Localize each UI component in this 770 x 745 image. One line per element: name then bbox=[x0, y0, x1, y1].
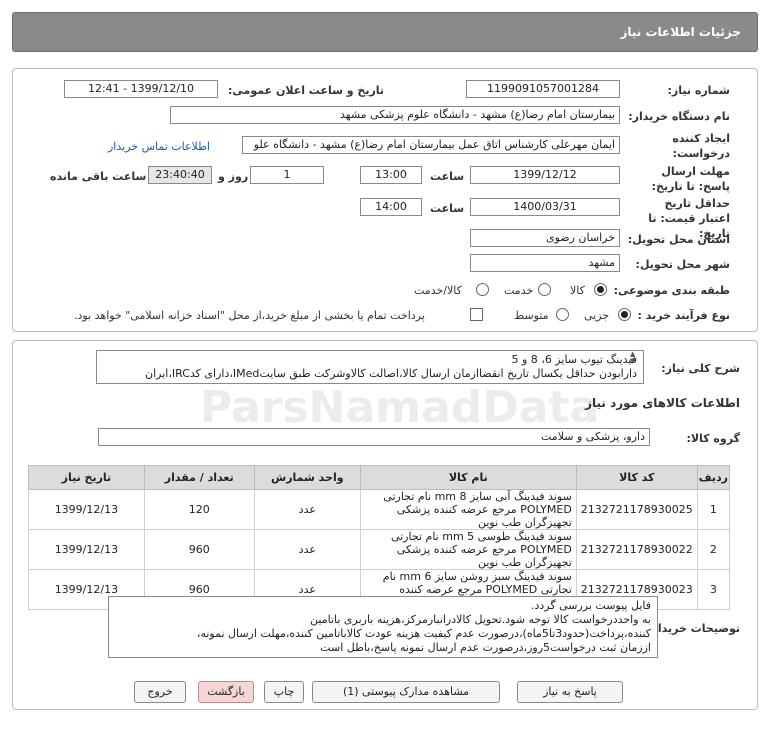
process-option-medium: متوسط bbox=[514, 309, 549, 322]
col-code: کد کالا bbox=[575, 465, 698, 490]
notes-line-2: به واحددرخواست کالا توجه شود.تحویل کالاد… bbox=[310, 613, 651, 626]
price-validity-time-field: 14:00 bbox=[360, 198, 422, 216]
back-button[interactable]: بازگشت bbox=[198, 681, 254, 703]
buyer-notes-textarea[interactable]: فایل پیوست بررسی گردد. به واحددرخواست کا… bbox=[108, 596, 658, 658]
goods-section-title: اطلاعات کالاهای مورد نیاز bbox=[585, 396, 740, 410]
page-header: جزئیات اطلاعات نیاز bbox=[12, 12, 758, 52]
category-radio-service[interactable] bbox=[538, 283, 551, 299]
deadline-time-label: ساعت bbox=[430, 170, 465, 183]
need-number-field: 1199091057001284 bbox=[466, 80, 620, 98]
treasury-checkbox[interactable] bbox=[470, 308, 483, 321]
page-title: جزئیات اطلاعات نیاز bbox=[620, 25, 741, 39]
category-label: طبقه بندی موضوعی: bbox=[613, 284, 730, 297]
buyer-label: نام دستگاه خریدار: bbox=[628, 110, 730, 123]
notes-line-1: فایل پیوست بررسی گردد. bbox=[530, 599, 651, 612]
time-remaining-field: 23:40:40 bbox=[148, 166, 212, 184]
col-row: ردیف bbox=[696, 465, 731, 490]
need-number-label: شماره نیاز: bbox=[667, 84, 730, 97]
treasury-note: پرداخت تمام یا بخشی از مبلغ خرید،از محل … bbox=[74, 309, 425, 322]
creator-label: ایجاد کننده درخواست: bbox=[672, 132, 730, 160]
price-validity-date-field: 1400/03/31 bbox=[470, 198, 620, 216]
days-label: روز و bbox=[218, 170, 249, 183]
buyer-notes-label: توضیحات خریدار: bbox=[647, 622, 740, 635]
notes-line-3: کننده،پرداخت(حدود3تا5ماه)،درصورت عدم کیف… bbox=[196, 627, 651, 640]
col-qty: تعداد / مقدار bbox=[143, 465, 255, 490]
process-option-minor: جزیی bbox=[584, 309, 610, 322]
deadline-label: مهلت ارسال پاسخ: تا تاریخ: bbox=[651, 165, 730, 193]
deadline-time-field: 13:00 bbox=[360, 166, 422, 184]
cell-code: 2132721178930025 bbox=[575, 489, 698, 530]
creator-field: ایمان مهرعلی کارشناس اتاق عمل بیمارستان … bbox=[242, 136, 620, 154]
col-unit: واحد شمارش bbox=[253, 465, 361, 490]
print-button[interactable]: چاپ bbox=[264, 681, 304, 703]
cell-row: 3 bbox=[696, 569, 731, 610]
process-type-label: نوع فرآیند خرید : bbox=[637, 309, 730, 322]
announce-label: تاریخ و ساعت اعلان عمومی: bbox=[228, 84, 385, 97]
cell-unit: عدد bbox=[253, 489, 361, 530]
table-header-row: ردیف کد کالا نام کالا واحد شمارش تعداد /… bbox=[28, 465, 731, 490]
scroll-arrows-icon[interactable]: ▲ ▼ bbox=[630, 351, 635, 365]
watermark-text: ParsNamadData bbox=[200, 382, 600, 433]
cell-unit: عدد bbox=[253, 529, 361, 570]
city-label: شهر محل تحویل: bbox=[635, 258, 730, 271]
process-radio-minor[interactable] bbox=[618, 308, 631, 324]
validity-time-label: ساعت bbox=[430, 202, 465, 215]
buyer-field: بیمارستان امام رضا(ع) مشهد - دانشگاه علو… bbox=[170, 106, 620, 124]
buyer-contact-link[interactable]: اطلاعات تماس خریدار bbox=[108, 140, 210, 153]
category-option-goods-service: کالا/خدمت bbox=[414, 284, 462, 297]
announce-datetime-field: 1399/12/10 - 12:41 bbox=[64, 80, 218, 98]
city-field: مشهد bbox=[470, 254, 620, 272]
cell-code: 2132721178930022 bbox=[575, 529, 698, 570]
notes-line-4: اززمان ثبت درخواست5روز،درصورت عدم ارسال … bbox=[320, 641, 651, 654]
cell-date: 1399/12/13 bbox=[28, 529, 145, 570]
summary-textarea[interactable]: فیدینگ تیوب سایز 6، 8 و 5 دارابودن حداقل… bbox=[96, 350, 644, 384]
summary-label: شرح کلی نیاز: bbox=[661, 362, 740, 375]
table-row[interactable]: 1 2132721178930025 سوند فیدینگ آبی سایز … bbox=[28, 489, 731, 530]
province-label: استان محل تحویل: bbox=[627, 233, 730, 246]
reply-button[interactable]: پاسخ به نیاز bbox=[517, 681, 623, 703]
remaining-label: ساعت باقی مانده bbox=[50, 170, 147, 183]
category-option-goods: کالا bbox=[570, 284, 585, 297]
cell-row: 1 bbox=[696, 489, 731, 530]
cell-row: 2 bbox=[696, 529, 731, 570]
summary-line-1: فیدینگ تیوب سایز 6، 8 و 5 bbox=[511, 353, 637, 366]
province-field: خراسان رضوی bbox=[470, 229, 620, 247]
days-remaining-field: 1 bbox=[250, 166, 324, 184]
cell-name: سوند فیدینگ آبی سایز 8 mm نام تجارتی POL… bbox=[359, 489, 577, 530]
summary-line-2: دارابودن حداقل یکسال تاریخ انقضاازمان ار… bbox=[145, 367, 637, 380]
goods-group-label: گروه کالا: bbox=[686, 432, 740, 445]
category-option-service: خدمت bbox=[504, 284, 534, 297]
category-radio-goods-service[interactable] bbox=[476, 283, 489, 299]
cell-qty: 960 bbox=[143, 529, 255, 570]
view-attachments-button[interactable]: مشاهده مدارک پیوستی (1) bbox=[312, 681, 500, 703]
goods-table: ردیف کد کالا نام کالا واحد شمارش تعداد /… bbox=[28, 465, 731, 610]
exit-button[interactable]: خروج bbox=[134, 681, 186, 703]
deadline-date-field: 1399/12/12 bbox=[470, 166, 620, 184]
table-row[interactable]: 2 2132721178930022 سوند فیدینگ طوسی 5 mm… bbox=[28, 529, 731, 570]
process-radio-medium[interactable] bbox=[556, 308, 569, 324]
col-date: تاریخ نیاز bbox=[28, 465, 145, 490]
cell-name: سوند فیدینگ طوسی 5 mm نام تجارتی POLYMED… bbox=[359, 529, 577, 570]
cell-date: 1399/12/13 bbox=[28, 489, 145, 530]
goods-group-field: دارو، پزشکی و سلامت bbox=[98, 428, 650, 446]
cell-qty: 120 bbox=[143, 489, 255, 530]
col-name: نام کالا bbox=[359, 465, 577, 490]
category-radio-goods[interactable] bbox=[594, 283, 607, 299]
